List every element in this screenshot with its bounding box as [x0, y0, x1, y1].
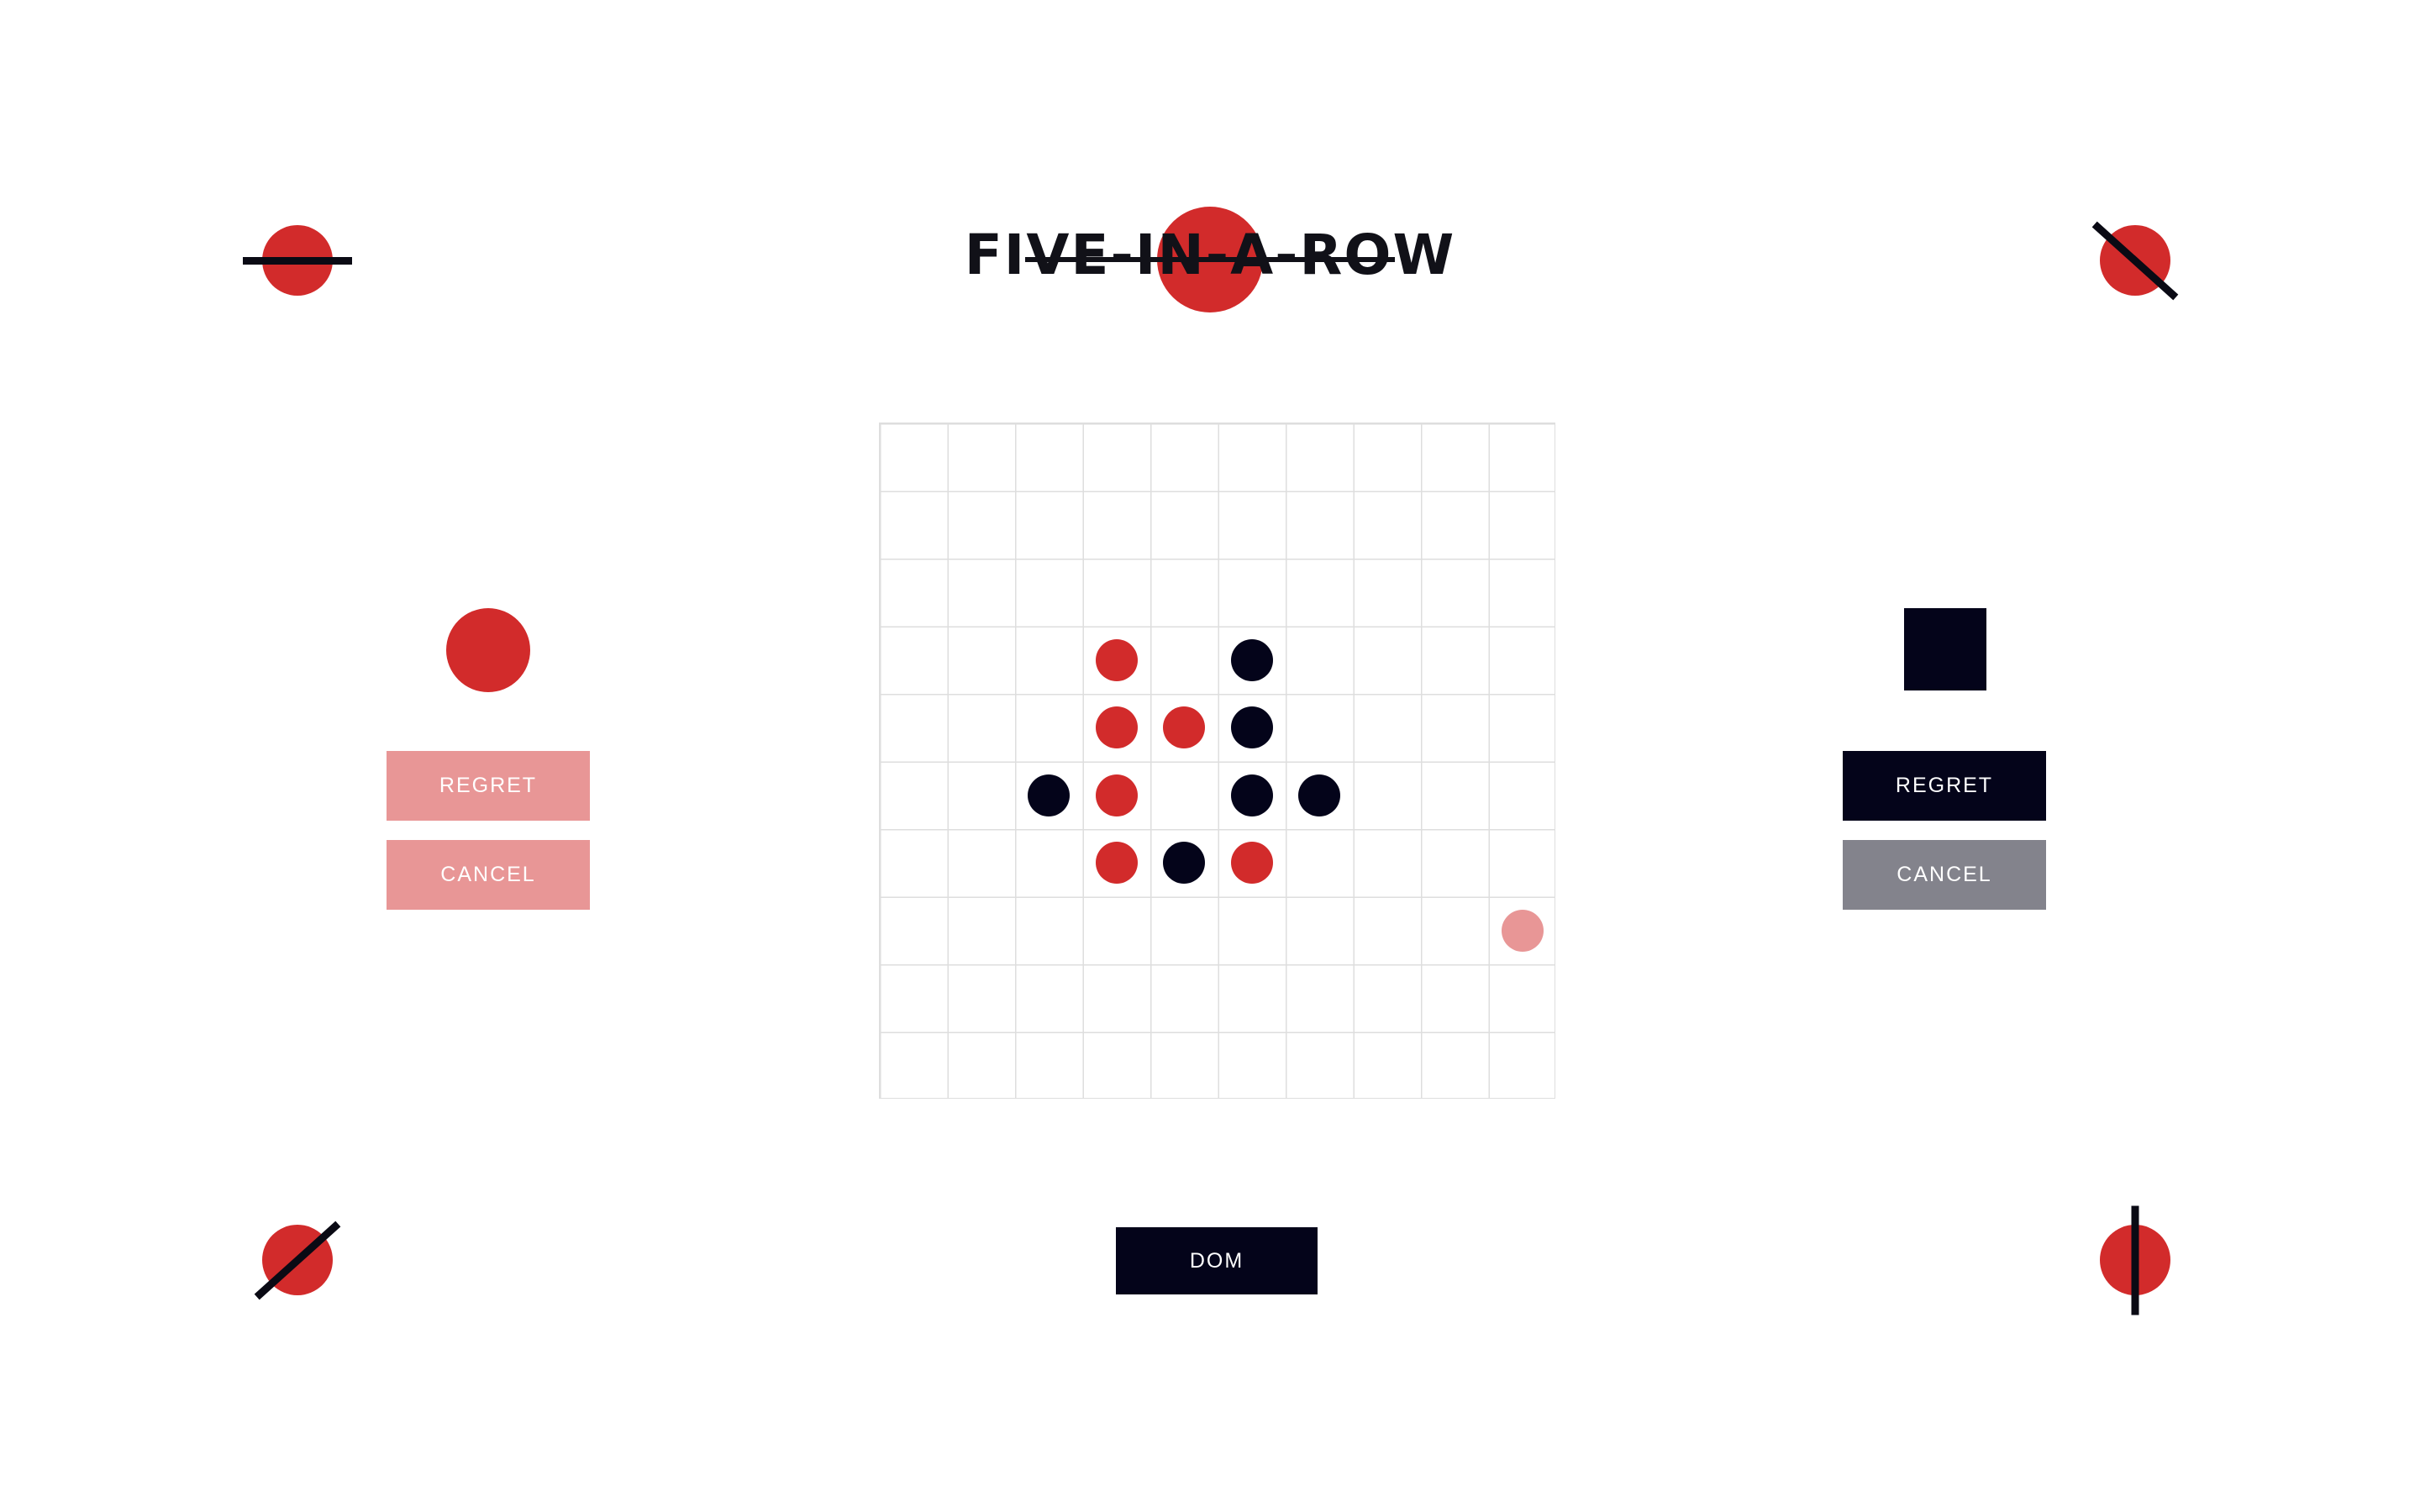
corner-mark-top-right — [2076, 202, 2194, 319]
strike-line-icon — [2131, 1205, 2139, 1315]
red-stone — [1095, 706, 1138, 749]
red-stone — [1095, 842, 1138, 885]
black-regret-button[interactable]: REGRET — [1843, 751, 2046, 821]
game-board[interactable] — [879, 423, 1555, 1099]
red-player-token-icon — [446, 608, 530, 692]
red-stone — [1095, 638, 1138, 681]
red-stone — [1230, 842, 1273, 885]
corner-mark-top-left — [239, 202, 356, 319]
strike-line-icon — [243, 256, 352, 265]
black-stone — [1028, 774, 1071, 816]
red-cancel-button[interactable]: CANCEL — [387, 840, 590, 910]
black-cancel-button[interactable]: CANCEL — [1843, 840, 2046, 910]
black-stone — [1230, 638, 1273, 681]
red-stone — [1163, 706, 1206, 749]
dom-mode-button[interactable]: DOM — [1116, 1227, 1318, 1294]
corner-mark-bottom-right — [2076, 1201, 2194, 1319]
hover-preview-stone — [1501, 909, 1544, 952]
title-text: FIVE-IN-A-ROW — [964, 223, 1456, 287]
game-title: FIVE-IN-A-ROW — [958, 202, 1462, 319]
red-regret-button[interactable]: REGRET — [387, 751, 590, 821]
black-stone — [1163, 842, 1206, 885]
corner-mark-bottom-left — [239, 1201, 356, 1319]
black-stone — [1230, 706, 1273, 749]
black-player-token-icon — [1904, 608, 1986, 690]
black-stone — [1298, 774, 1341, 816]
title-strike-line — [1025, 257, 1395, 262]
red-stone — [1095, 774, 1138, 816]
black-stone — [1230, 774, 1273, 816]
